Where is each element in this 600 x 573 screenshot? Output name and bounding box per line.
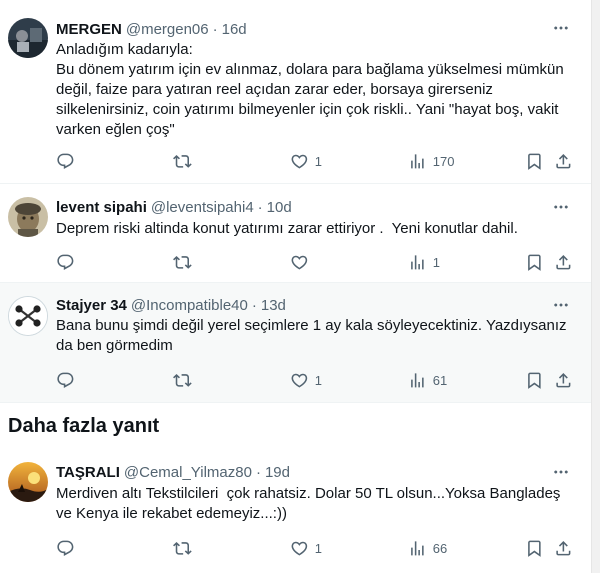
author-name[interactable]: Stajyer 34 (56, 297, 127, 314)
repost-icon (173, 371, 192, 390)
views-count: 66 (432, 540, 448, 556)
share-icon (554, 253, 573, 272)
reply-button[interactable] (56, 252, 81, 272)
views-count: 1 (432, 254, 440, 270)
reply-button[interactable] (56, 370, 81, 390)
avatar[interactable] (8, 296, 48, 336)
post-time[interactable]: 16d (222, 21, 247, 38)
author-handle[interactable]: @Cemal_Yilmaz80 (124, 464, 252, 481)
author-name[interactable]: TAŞRALI (56, 464, 120, 481)
bookmark-icon (525, 539, 544, 558)
avatar[interactable] (8, 18, 48, 58)
views-button[interactable]: 61 (408, 370, 447, 390)
repost-button[interactable] (173, 538, 198, 558)
like-icon (290, 152, 309, 171)
more-icon[interactable] (551, 18, 571, 38)
share-button[interactable] (554, 538, 573, 558)
more-icon[interactable] (551, 462, 571, 482)
bookmark-icon (525, 152, 544, 171)
like-count: 1 (314, 372, 322, 388)
repost-icon (173, 539, 192, 558)
like-icon (290, 539, 309, 558)
repost-button[interactable] (173, 252, 198, 272)
views-count: 61 (432, 372, 448, 388)
reply-icon (56, 539, 75, 558)
views-button[interactable]: 170 (408, 151, 454, 171)
repost-button[interactable] (173, 370, 198, 390)
views-button[interactable]: 66 (408, 538, 447, 558)
share-icon (554, 371, 573, 390)
tweet-text: Anladığım kadarıyla: Bu dönem yatırım iç… (56, 41, 564, 138)
author-handle[interactable]: @Incompatible40 (131, 297, 248, 314)
like-button[interactable] (290, 252, 315, 272)
share-button[interactable] (554, 252, 573, 272)
reply-tweet[interactable]: Stajyer 34 @Incompatible40 · 13d Bana bu… (0, 283, 591, 403)
more-replies-heading: Daha fazla yanıt (8, 415, 160, 437)
separator-dot: · (257, 198, 263, 216)
views-count: 170 (432, 153, 455, 169)
bookmark-button[interactable] (525, 538, 544, 558)
post-time[interactable]: 13d (261, 297, 286, 314)
tweet-text: Deprem riski altinda konut yatırımı zara… (56, 220, 518, 237)
views-icon (408, 371, 427, 390)
reply-icon (56, 253, 75, 272)
reply-icon (56, 152, 75, 171)
like-button[interactable]: 1 (290, 538, 322, 558)
tweet-text: Bana bunu şimdi değil yerel seçimlere 1 … (56, 317, 571, 354)
more-icon[interactable] (551, 197, 571, 217)
share-button[interactable] (554, 370, 573, 390)
like-button[interactable]: 1 (290, 370, 322, 390)
like-count: 1 (314, 540, 322, 556)
more-icon[interactable] (551, 295, 571, 315)
views-icon (408, 253, 427, 272)
reply-button[interactable] (56, 538, 81, 558)
like-count: 1 (314, 153, 322, 169)
bookmark-icon (525, 253, 544, 272)
bookmark-button[interactable] (525, 370, 544, 390)
reply-tweet[interactable]: levent sipahi @leventsipahi4 · 10d Depre… (0, 184, 591, 283)
bookmark-button[interactable] (525, 151, 544, 171)
repost-icon (173, 152, 192, 171)
views-button[interactable]: 1 (408, 252, 440, 272)
like-icon (290, 371, 309, 390)
scrollbar[interactable] (591, 0, 600, 573)
avatar[interactable] (8, 197, 48, 237)
tweet-text: Merdiven altı Tekstilcileri çok rahatsiz… (56, 485, 565, 522)
separator-dot: · (212, 20, 218, 38)
bookmark-icon (525, 371, 544, 390)
reply-button[interactable] (56, 151, 81, 171)
share-icon (554, 152, 573, 171)
avatar[interactable] (8, 462, 48, 502)
author-handle[interactable]: @leventsipahi4 (151, 199, 254, 216)
repost-button[interactable] (173, 151, 198, 171)
reply-tweet[interactable]: TAŞRALI @Cemal_Yilmaz80 · 19d Merdiven a… (0, 455, 591, 573)
separator-dot: · (255, 463, 261, 481)
views-icon (408, 152, 427, 171)
bookmark-button[interactable] (525, 252, 544, 272)
post-time[interactable]: 19d (265, 464, 290, 481)
author-name[interactable]: levent sipahi (56, 199, 147, 216)
like-button[interactable]: 1 (290, 151, 322, 171)
author-name[interactable]: MERGEN (56, 21, 122, 38)
share-icon (554, 539, 573, 558)
share-button[interactable] (554, 151, 573, 171)
separator-dot: · (251, 296, 257, 314)
reply-icon (56, 371, 75, 390)
views-icon (408, 539, 427, 558)
post-time[interactable]: 10d (267, 199, 292, 216)
author-handle[interactable]: @mergen06 (126, 21, 209, 38)
reply-tweet[interactable]: MERGEN @mergen06 · 16d Anladığım kadarıy… (0, 0, 591, 184)
repost-icon (173, 253, 192, 272)
like-icon (290, 253, 309, 272)
